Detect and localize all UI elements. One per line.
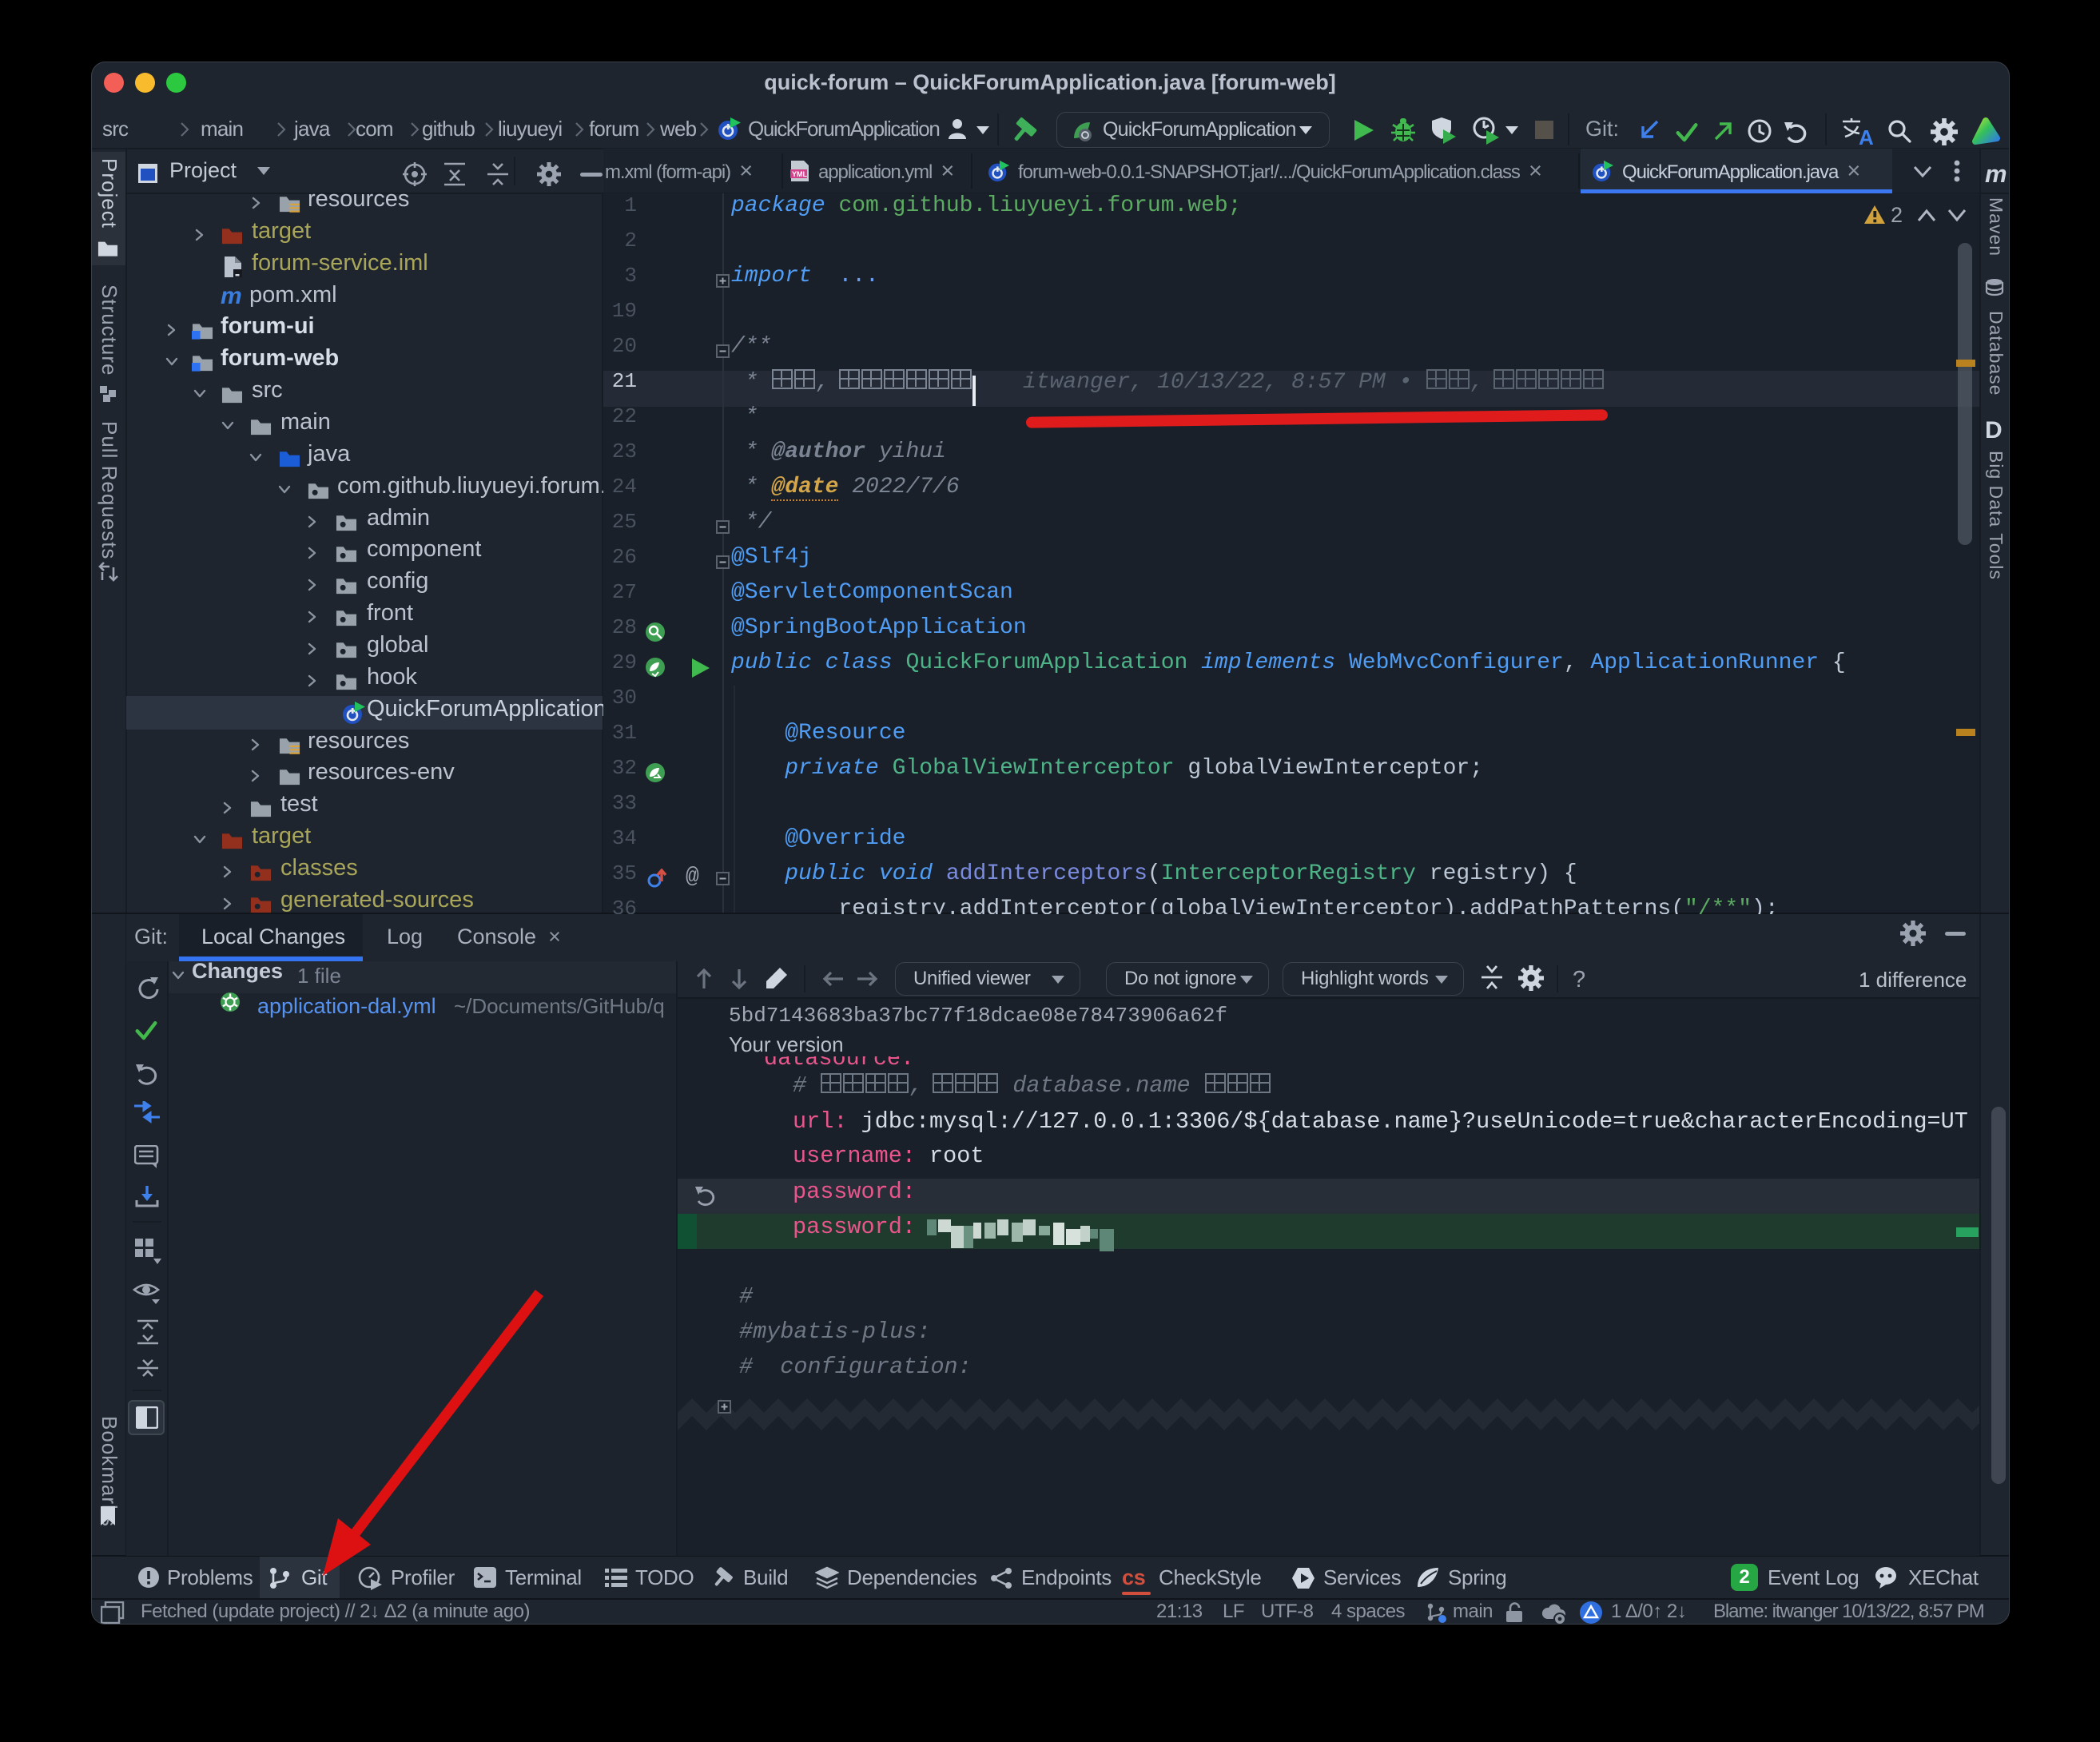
svg-text:A: A bbox=[1859, 125, 1873, 145]
svg-text:YML: YML bbox=[792, 170, 808, 178]
